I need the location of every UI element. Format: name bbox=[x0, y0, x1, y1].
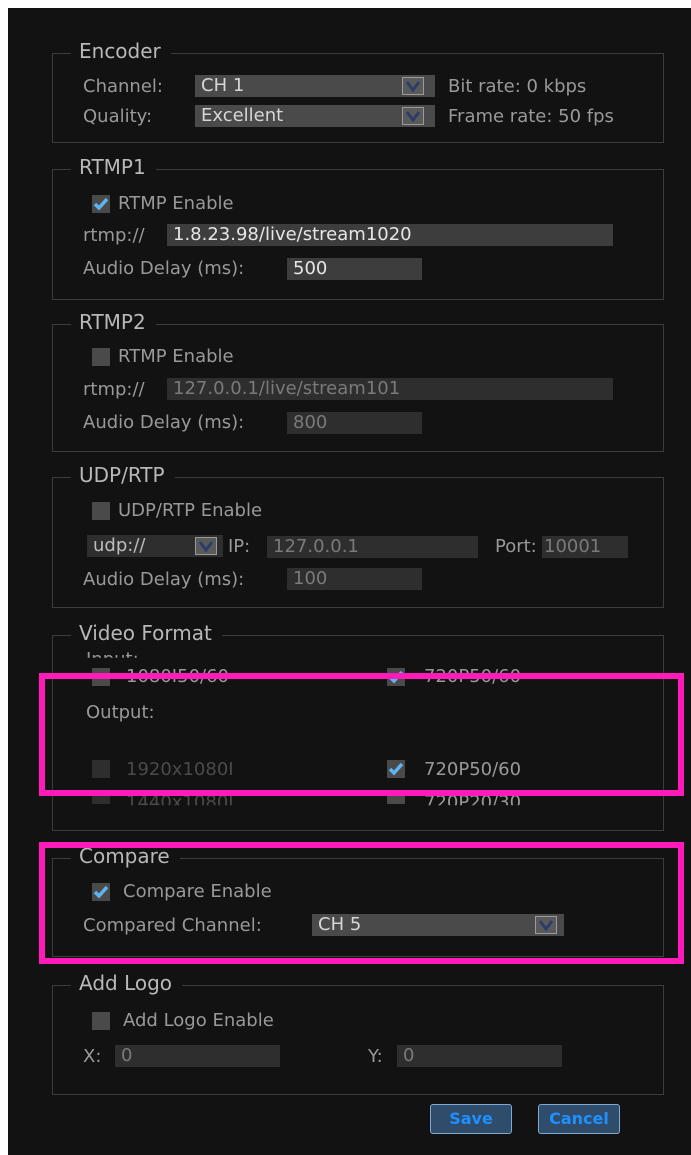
bitrate-label: Bit rate: 0 kbps bbox=[448, 76, 587, 97]
logo-x-input[interactable]: 0 bbox=[115, 1045, 280, 1067]
rtmp2-enable-label: RTMP Enable bbox=[118, 346, 234, 367]
cancel-button[interactable]: Cancel bbox=[538, 1104, 620, 1134]
udp-audio-delay-label: Audio Delay (ms): bbox=[83, 569, 245, 590]
rtmp1-url-prefix: rtmp:// bbox=[83, 225, 145, 246]
udp-legend: UDP/RTP bbox=[71, 462, 175, 488]
quality-select[interactable]: Excellent bbox=[195, 105, 435, 127]
rtmp1-legend: RTMP1 bbox=[71, 154, 156, 180]
chevron-down-icon[interactable] bbox=[402, 107, 424, 125]
rtmp1-enable-label: RTMP Enable bbox=[118, 193, 234, 214]
chevron-down-icon[interactable] bbox=[535, 916, 557, 934]
output-720-2030-checkbox[interactable] bbox=[387, 796, 405, 804]
encoder-section: Encoder bbox=[52, 38, 664, 143]
rtmp2-legend: RTMP2 bbox=[71, 309, 156, 335]
udp-port-input[interactable]: 10001 bbox=[542, 536, 628, 558]
compare-enable-checkbox[interactable] bbox=[92, 883, 110, 901]
logo-y-label: Y: bbox=[368, 1046, 383, 1067]
logo-enable-checkbox[interactable] bbox=[92, 1012, 110, 1030]
rtmp1-audio-delay-label: Audio Delay (ms): bbox=[83, 258, 245, 279]
logo-legend: Add Logo bbox=[71, 970, 183, 996]
rtmp2-url-prefix: rtmp:// bbox=[83, 379, 145, 400]
output-720-checkbox[interactable] bbox=[387, 760, 405, 778]
rtmp2-enable-checkbox[interactable] bbox=[92, 348, 110, 366]
logo-y-input[interactable]: 0 bbox=[397, 1045, 562, 1067]
udp-ip-label: IP: bbox=[228, 536, 251, 557]
input-720-label: 720P50/60 bbox=[424, 666, 522, 687]
chevron-down-icon[interactable] bbox=[402, 77, 424, 95]
save-button[interactable]: Save bbox=[430, 1104, 512, 1134]
compared-channel-label: Compared Channel: bbox=[83, 915, 262, 936]
output-720-label: 720P50/60 bbox=[424, 759, 522, 780]
input-1080-label: 1080I50/60 bbox=[126, 666, 229, 687]
rtmp2-audio-delay-label: Audio Delay (ms): bbox=[83, 412, 245, 433]
udp-ip-input[interactable]: 127.0.0.1 bbox=[267, 536, 478, 558]
udp-enable-checkbox[interactable] bbox=[92, 502, 110, 520]
output-1440-checkbox[interactable] bbox=[92, 796, 110, 804]
logo-enable-label: Add Logo Enable bbox=[123, 1010, 274, 1031]
quality-label: Quality: bbox=[83, 106, 153, 127]
input-1080-checkbox[interactable] bbox=[92, 668, 110, 686]
output-1920-checkbox[interactable] bbox=[92, 760, 110, 778]
compare-section: Compare bbox=[52, 843, 664, 957]
rtmp1-enable-checkbox[interactable] bbox=[92, 195, 110, 213]
compare-legend: Compare bbox=[71, 843, 180, 869]
compared-channel-select[interactable]: CH 5 bbox=[312, 914, 564, 936]
udp-port-label: Port: bbox=[495, 536, 537, 557]
video-format-legend: Video Format bbox=[71, 620, 222, 646]
rtmp2-audio-delay-input[interactable]: 800 bbox=[287, 412, 422, 434]
chevron-down-icon[interactable] bbox=[195, 537, 217, 555]
output-1920-label: 1920x1080I bbox=[126, 759, 234, 780]
rtmp1-audio-delay-input[interactable]: 500 bbox=[287, 258, 422, 280]
framerate-label: Frame rate: 50 fps bbox=[448, 106, 614, 127]
logo-x-label: X: bbox=[83, 1046, 102, 1067]
settings-panel: Encoder Channel: CH 1 Bit rate: 0 kbps Q… bbox=[8, 8, 691, 1155]
rtmp1-url-input[interactable]: 1.8.23.98/live/stream1020 bbox=[167, 224, 613, 246]
encoder-legend: Encoder bbox=[71, 38, 171, 64]
output-label: Output: bbox=[86, 702, 155, 723]
compare-enable-label: Compare Enable bbox=[123, 881, 272, 902]
input-720-checkbox[interactable] bbox=[387, 668, 405, 686]
udp-enable-label: UDP/RTP Enable bbox=[118, 500, 263, 521]
udp-audio-delay-input[interactable]: 100 bbox=[287, 568, 422, 590]
channel-select[interactable]: CH 1 bbox=[195, 75, 435, 97]
channel-label: Channel: bbox=[83, 76, 163, 97]
logo-section: Add Logo bbox=[52, 970, 664, 1095]
rtmp2-url-input[interactable]: 127.0.0.1/live/stream101 bbox=[167, 378, 613, 400]
